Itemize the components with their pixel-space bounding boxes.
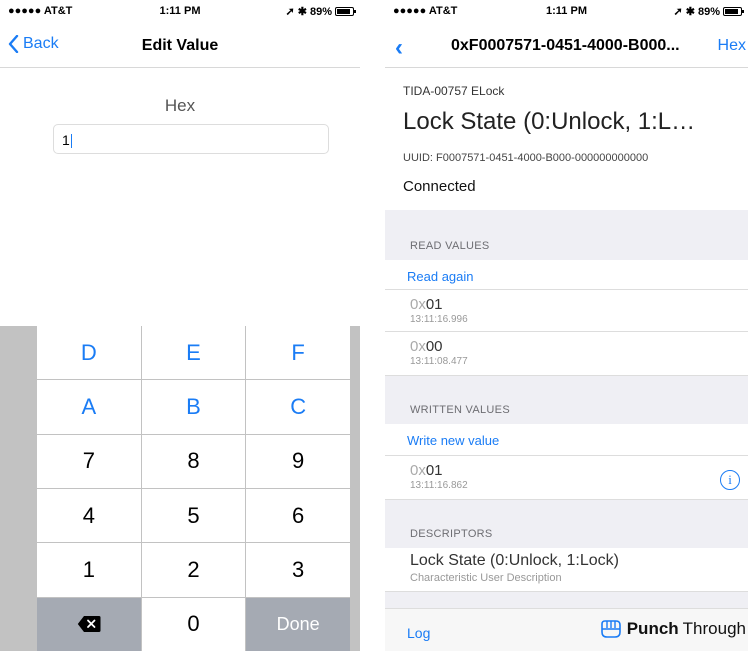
key-8[interactable]: 8 [141, 434, 246, 488]
key-2[interactable]: 2 [141, 543, 246, 597]
location-icon: ➚ [285, 6, 295, 18]
hex-keyboard: D E F A B C 7 8 9 4 5 6 1 2 3 0 Done [0, 326, 360, 651]
key-a[interactable]: A [37, 380, 141, 434]
log-button[interactable]: Log [407, 625, 430, 641]
timestamp: 13:11:16.996 [410, 314, 468, 325]
edit-value-screen: ●●●●● AT&T 1:11 PM ➚ ✱ 89% Back Edit Val… [0, 0, 360, 651]
descriptor-subtitle: Characteristic User Description [410, 572, 562, 584]
page-title: 0xF0007571-0451-4000-B000... [451, 37, 680, 54]
page-title: Edit Value [141, 37, 219, 54]
bottom-toolbar: Log Punch Through [385, 608, 748, 651]
navigation-bar: ‹ 0xF0007571-0451-4000-B000... Hex [385, 22, 748, 68]
info-icon[interactable]: i [720, 470, 740, 490]
text-cursor [70, 134, 72, 149]
read-again-link[interactable]: Read again [407, 269, 474, 284]
back-chevron-icon[interactable]: ‹ [395, 34, 403, 62]
read-again-row[interactable]: Read again [385, 260, 748, 290]
section-header: READ VALUES [410, 240, 490, 252]
write-new-link[interactable]: Write new value [407, 433, 499, 448]
punchthrough-logo: Punch Through [599, 619, 746, 639]
done-key[interactable]: Done [246, 597, 350, 651]
battery-icon [723, 7, 744, 16]
key-5[interactable]: 5 [141, 488, 246, 543]
device-name: TIDA-00757 ELock [403, 84, 505, 98]
key-b[interactable]: B [141, 380, 246, 434]
location-icon: ➚ [673, 6, 683, 18]
battery-icon [335, 7, 356, 16]
key-d[interactable]: D [37, 326, 141, 380]
hex-field-label: Hex [164, 96, 196, 115]
read-values-section: READ VALUES [385, 210, 748, 260]
battery-percent: 89% [309, 5, 332, 18]
read-value-row: 0x00 13:11:08.477 [385, 332, 748, 376]
key-e[interactable]: E [141, 326, 246, 380]
section-header: DESCRIPTORS [410, 528, 493, 540]
status-right: ➚ ✱ 89% [673, 5, 744, 18]
write-new-row[interactable]: Write new value [385, 424, 748, 456]
hex-format-button[interactable]: Hex [718, 37, 746, 55]
written-values-section: WRITTEN VALUES [385, 376, 748, 424]
bluetooth-icon: ✱ [685, 6, 695, 18]
value-text: 0x01 [410, 462, 443, 479]
section-spacer [385, 592, 748, 608]
key-6[interactable]: 6 [246, 488, 350, 543]
navigation-bar: Back Edit Value [0, 22, 360, 68]
characteristic-name: Lock State (0:Unlock, 1:L… [403, 108, 696, 135]
value-text: 0x01 [410, 296, 443, 313]
key-3[interactable]: 3 [246, 543, 350, 597]
value-text: 0x00 [410, 338, 443, 355]
descriptor-title: Lock State (0:Unlock, 1:Lock) [410, 552, 619, 569]
status-bar: ●●●●● AT&T 1:11 PM ➚ ✱ 89% [0, 0, 360, 22]
timestamp: 13:11:08.477 [410, 356, 468, 367]
key-1[interactable]: 1 [37, 543, 141, 597]
key-f[interactable]: F [246, 326, 350, 380]
key-c[interactable]: C [246, 380, 350, 434]
key-7[interactable]: 7 [37, 434, 141, 488]
key-4[interactable]: 4 [37, 488, 141, 543]
connection-status: Connected [403, 178, 476, 195]
bluetooth-icon: ✱ [297, 6, 307, 18]
section-header: WRITTEN VALUES [410, 404, 510, 416]
delete-key[interactable] [37, 597, 141, 651]
key-0[interactable]: 0 [141, 597, 246, 651]
written-value-row: 0x01 13:11:16.862 i [385, 456, 748, 500]
timestamp: 13:11:16.862 [410, 480, 468, 491]
hex-input-text: 1 [62, 132, 70, 148]
hex-value-input[interactable]: 1 [53, 124, 329, 154]
uuid-label: UUID: F0007571-0451-4000-B000-0000000000… [403, 152, 649, 164]
battery-percent: 89% [697, 5, 720, 18]
characteristic-detail-screen: ●●●●● AT&T 1:11 PM ➚ ✱ 89% ‹ 0xF0007571-… [385, 0, 748, 651]
fist-icon [600, 620, 621, 638]
key-9[interactable]: 9 [246, 434, 350, 488]
status-bar: ●●●●● AT&T 1:11 PM ➚ ✱ 89% [385, 0, 748, 22]
status-right: ➚ ✱ 89% [285, 5, 356, 18]
read-value-row: 0x01 13:11:16.996 [385, 290, 748, 332]
descriptor-row: Lock State (0:Unlock, 1:Lock) Characteri… [385, 548, 748, 592]
backspace-icon [77, 616, 101, 633]
descriptors-section: DESCRIPTORS [385, 500, 748, 548]
